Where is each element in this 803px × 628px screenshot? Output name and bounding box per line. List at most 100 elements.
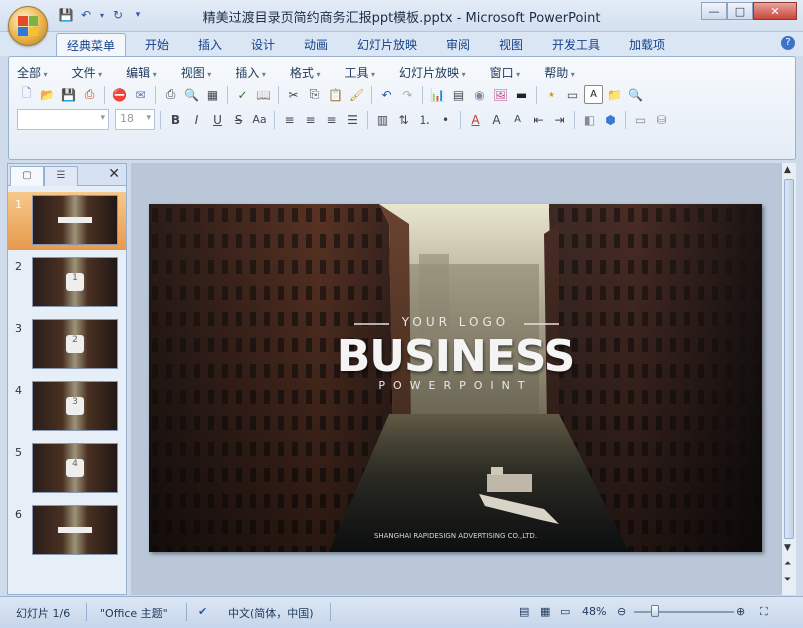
zoom-level[interactable]: 48% — [582, 605, 606, 618]
bullets-icon[interactable]: • — [436, 110, 455, 129]
slide-thumbnail[interactable]: 32 — [8, 316, 126, 374]
slide-sorter-icon[interactable]: ▦ — [540, 605, 550, 618]
text-box-icon[interactable]: A — [584, 85, 603, 104]
permission-icon[interactable]: ⛔ — [110, 85, 129, 104]
vertical-scrollbar[interactable]: ▲ ▼ ⏶ ⏷ — [781, 163, 796, 595]
tab-developer[interactable]: 开发工具 — [552, 36, 600, 53]
shapes-icon[interactable]: ◧ — [580, 110, 599, 129]
zoom-slider[interactable] — [634, 611, 734, 613]
spelling-icon[interactable]: ✓ — [233, 85, 252, 104]
align-left-icon[interactable]: ≡ — [280, 110, 299, 129]
pdf-icon[interactable]: ⎙ — [80, 85, 99, 104]
strikethrough-icon[interactable]: S — [229, 110, 248, 129]
slide-logo-text[interactable]: YOUR LOGO — [149, 315, 762, 329]
slide-thumbnail[interactable]: 54 — [8, 440, 126, 498]
menu-tools[interactable]: 工具 — [344, 64, 375, 81]
italic-icon[interactable]: I — [187, 110, 206, 129]
new-icon[interactable]: 🗋 — [17, 85, 36, 104]
font-color-icon[interactable]: A — [466, 110, 485, 129]
copy-icon[interactable]: ⎘ — [305, 85, 324, 104]
columns-icon[interactable]: ▥ — [373, 110, 392, 129]
tab-slideshow[interactable]: 幻灯片放映 — [357, 36, 417, 53]
slide-editor[interactable]: YOUR LOGO BUSINESS POWERPOINT SHANGHAI R… — [131, 163, 781, 595]
previous-slide-icon[interactable]: ⏶ — [784, 559, 791, 569]
numbering-icon[interactable]: ⒈ — [415, 110, 434, 129]
slide-heading[interactable]: BUSINESS — [149, 331, 762, 382]
theme-name[interactable]: "Office 主题" — [100, 605, 168, 621]
menu-insert[interactable]: 插入 — [235, 64, 266, 81]
slide-subheading[interactable]: POWERPOINT — [149, 379, 762, 392]
normal-view-icon[interactable]: ▤ — [519, 605, 529, 618]
tab-add-ins[interactable]: 加载项 — [629, 36, 665, 53]
slide-thumbnail[interactable]: 43 — [8, 378, 126, 436]
maximize-button[interactable]: □ — [727, 2, 753, 20]
undo-icon[interactable]: ↶ — [377, 85, 396, 104]
fit-to-window-icon[interactable]: ⛶ — [760, 605, 768, 619]
align-right-icon[interactable]: ≡ — [322, 110, 341, 129]
menu-edit[interactable]: 编辑 — [126, 64, 157, 81]
folder-icon[interactable]: 📁 — [605, 85, 624, 104]
zoom-slider-thumb[interactable] — [651, 605, 659, 617]
paint-bucket-icon[interactable]: ⛁ — [652, 110, 671, 129]
decrease-indent-icon[interactable]: ⇤ — [529, 110, 548, 129]
underline-icon[interactable]: U — [208, 110, 227, 129]
insert-picture-icon[interactable]: 🖼 — [491, 85, 510, 104]
slides-tab-icon[interactable]: ▢ — [10, 166, 44, 186]
print-preview-icon[interactable]: 🔍 — [182, 85, 201, 104]
arrange-icon[interactable]: ⬢ — [601, 110, 620, 129]
insert-table-icon[interactable]: ▤ — [449, 85, 468, 104]
zoom-out-icon[interactable]: ⊖ — [617, 605, 626, 618]
font-name-combo[interactable] — [17, 109, 109, 130]
new-slide-icon[interactable]: ⭑ — [542, 85, 561, 104]
shape-fill-icon[interactable]: ▭ — [631, 110, 650, 129]
scroll-down-icon[interactable]: ▼ — [784, 543, 791, 553]
zoom-in-icon[interactable]: ⊕ — [736, 605, 745, 618]
change-case-icon[interactable]: Aa — [250, 110, 269, 129]
slide-thumbnail[interactable]: 1 — [8, 192, 126, 250]
minimize-button[interactable]: — — [701, 2, 727, 20]
tab-classic-menu[interactable]: 经典菜单 — [56, 33, 127, 57]
slideshow-view-icon[interactable]: ▭ — [560, 605, 570, 618]
language-indicator[interactable]: 中文(简体，中国) — [228, 605, 314, 621]
research-icon[interactable]: 📖 — [254, 85, 273, 104]
slide-thumbnail[interactable]: 6 — [8, 502, 126, 560]
text-direction-icon[interactable]: ⇅ — [394, 110, 413, 129]
next-slide-icon[interactable]: ⏷ — [784, 575, 791, 585]
redo-icon[interactable]: ↷ — [398, 85, 417, 104]
menu-format[interactable]: 格式 — [290, 64, 321, 81]
paste-icon[interactable]: 📋 — [326, 85, 345, 104]
tab-home[interactable]: 开始 — [145, 36, 169, 53]
office-button[interactable] — [8, 6, 48, 46]
menu-window[interactable]: 窗口 — [490, 64, 521, 81]
justify-icon[interactable]: ☰ — [343, 110, 362, 129]
bold-icon[interactable]: B — [166, 110, 185, 129]
menu-file[interactable]: 文件 — [72, 64, 103, 81]
help-icon[interactable]: ? — [781, 36, 795, 50]
spelling-check-icon[interactable]: ✔ — [198, 605, 207, 618]
color-grayscale-icon[interactable]: ▬ — [512, 85, 531, 104]
tab-insert[interactable]: 插入 — [198, 36, 222, 53]
print-icon[interactable]: ⎙ — [161, 85, 180, 104]
grid-icon[interactable]: ▦ — [203, 85, 222, 104]
current-slide[interactable]: YOUR LOGO BUSINESS POWERPOINT SHANGHAI R… — [149, 204, 762, 552]
slide-layout-icon[interactable]: ▭ — [563, 85, 582, 104]
scroll-thumb[interactable] — [784, 179, 794, 539]
outline-tab-icon[interactable]: ☰ — [44, 166, 78, 186]
slide-footer[interactable]: SHANGHAI RAPIDESIGN ADVERTISING CO.,LTD. — [149, 532, 762, 540]
slide-thumbnail[interactable]: 21 — [8, 254, 126, 312]
save-icon[interactable]: 💾 — [59, 85, 78, 104]
decrease-font-icon[interactable]: A — [508, 110, 527, 129]
close-button[interactable]: ✕ — [753, 2, 797, 20]
tab-review[interactable]: 审阅 — [446, 36, 470, 53]
close-icon[interactable]: ✕ — [108, 166, 120, 182]
find-icon[interactable]: 🔍 — [626, 85, 645, 104]
tab-view[interactable]: 视图 — [499, 36, 523, 53]
font-size-combo[interactable]: 18 — [115, 109, 155, 130]
scroll-up-icon[interactable]: ▲ — [784, 165, 791, 175]
menu-help[interactable]: 帮助 — [544, 64, 575, 81]
menu-all[interactable]: 全部 — [17, 64, 48, 81]
increase-font-icon[interactable]: A — [487, 110, 506, 129]
tab-design[interactable]: 设计 — [251, 36, 275, 53]
align-center-icon[interactable]: ≡ — [301, 110, 320, 129]
menu-slideshow[interactable]: 幻灯片放映 — [399, 64, 466, 81]
